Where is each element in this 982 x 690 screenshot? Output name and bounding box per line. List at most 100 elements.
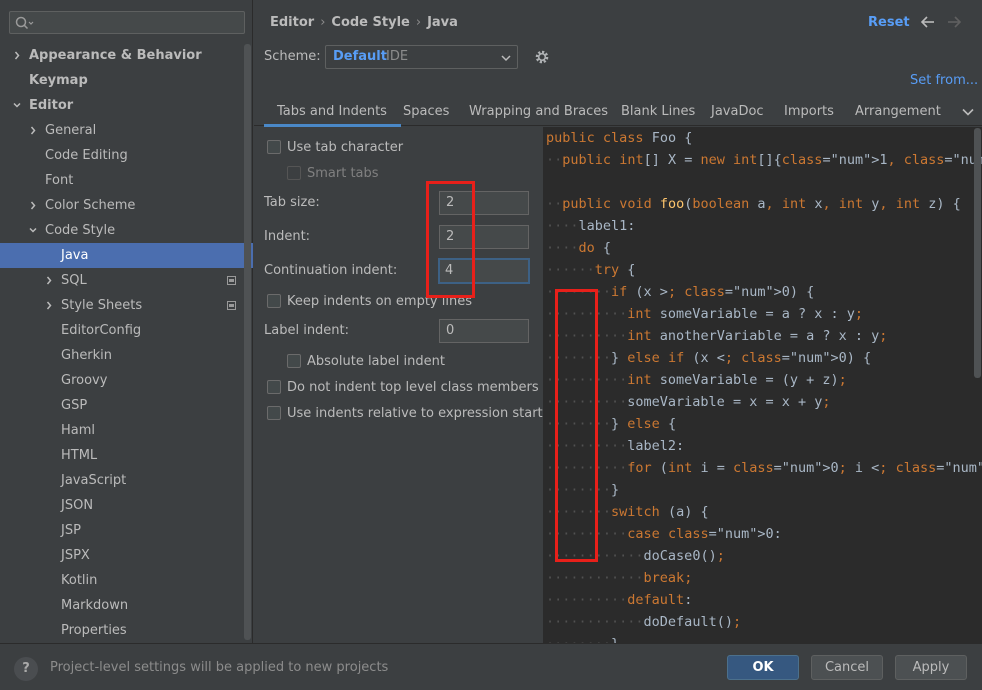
sidebar-item-label: General — [45, 123, 97, 138]
chevron-right-icon[interactable] — [45, 301, 53, 310]
code-line: ··········for (int i = class="num">0; i … — [546, 460, 982, 476]
settings-sidebar: Appearance & Behavior Keymap Editor General… — [0, 0, 253, 643]
code-line: ······try { — [546, 262, 636, 278]
code-line: ··········default: — [546, 592, 693, 608]
sidebar-scrollbar[interactable] — [244, 44, 251, 640]
sidebar-item-label: Code Editing — [45, 148, 128, 163]
sidebar-item-font[interactable]: Font — [0, 168, 253, 193]
sidebar-item-java[interactable]: Java — [0, 243, 253, 268]
sidebar-item-gsp[interactable]: GSP — [0, 393, 253, 418]
sidebar-item-label: Haml — [61, 423, 96, 438]
code-preview-scrollbar[interactable] — [974, 128, 981, 378]
breadcrumb-editor[interactable]: Editor — [270, 15, 314, 30]
sidebar-item-label: Kotlin — [61, 573, 98, 588]
chevron-down-icon[interactable] — [13, 101, 21, 110]
sidebar-item-label: Markdown — [61, 598, 129, 613]
sidebar-item-jsp[interactable]: JSP — [0, 518, 253, 543]
tab-tabs-and-indents[interactable]: Tabs and Indents — [264, 104, 401, 127]
sidebar-item-appearance-behavior[interactable]: Appearance & Behavior — [0, 43, 253, 68]
scheme-dropdown[interactable]: Default IDE — [325, 45, 518, 69]
sidebar-item-style-sheets[interactable]: Style Sheets — [0, 293, 253, 318]
ok-button[interactable]: OK — [727, 655, 799, 680]
sidebar-item-properties[interactable]: Properties — [0, 618, 253, 643]
back-arrow-icon[interactable] — [920, 14, 936, 30]
sidebar-item-label: JavaScript — [61, 473, 127, 488]
label-indent-value: 0 — [446, 323, 455, 338]
indent-label: Indent: — [264, 229, 311, 244]
sidebar-item-code-editing[interactable]: Code Editing — [0, 143, 253, 168]
sidebar-item-general[interactable]: General — [0, 118, 253, 143]
sidebar-item-label: Code Style — [45, 223, 116, 238]
use-tab-character-checkbox[interactable] — [267, 140, 281, 154]
tab-wrapping-and-braces[interactable]: Wrapping and Braces — [469, 104, 608, 119]
settings-header: Editor › Code Style › Java Reset — [254, 0, 982, 46]
cancel-button[interactable]: Cancel — [811, 655, 883, 680]
sidebar-item-label: Font — [45, 173, 74, 188]
tab-imports[interactable]: Imports — [784, 104, 834, 119]
code-line: ············doCase0(); — [546, 548, 725, 564]
code-line: public class Foo { — [546, 130, 693, 146]
continuation-indent-label: Continuation indent: — [264, 263, 398, 278]
sidebar-item-html[interactable]: HTML — [0, 443, 253, 468]
sidebar-item-sql[interactable]: SQL — [0, 268, 253, 293]
code-line: ··public int[] X = new int[]{class="num"… — [546, 152, 982, 168]
sidebar-item-gherkin[interactable]: Gherkin — [0, 343, 253, 368]
code-line: ········} else { — [546, 416, 677, 432]
sidebar-item-keymap[interactable]: Keymap — [0, 68, 253, 93]
sidebar-item-groovy[interactable]: Groovy — [0, 368, 253, 393]
keep-indents-checkbox[interactable] — [267, 294, 281, 308]
reset-link[interactable]: Reset — [868, 15, 910, 30]
chevron-down-icon[interactable] — [962, 108, 974, 116]
chevron-down-icon[interactable] — [29, 226, 37, 235]
sidebar-item-label: Color Scheme — [45, 198, 136, 213]
chevron-right-icon[interactable] — [45, 276, 53, 285]
sidebar-item-label: Properties — [61, 623, 127, 638]
sidebar-item-label: Appearance & Behavior — [29, 48, 202, 63]
label-indent-input[interactable]: 0 — [439, 319, 529, 343]
breadcrumb-java: Java — [427, 15, 458, 30]
set-from-link[interactable]: Set from... — [910, 73, 978, 88]
breadcrumb-separator: › — [415, 15, 422, 30]
code-line: ········} — [546, 633, 982, 643]
sidebar-item-javascript[interactable]: JavaScript — [0, 468, 253, 493]
sidebar-item-label: SQL — [61, 273, 87, 288]
footer-note: Project-level settings will be applied t… — [50, 660, 389, 675]
tab-spaces[interactable]: Spaces — [403, 104, 449, 119]
sidebar-item-markdown[interactable]: Markdown — [0, 593, 253, 618]
project-settings-icon — [227, 301, 236, 310]
tab-javadoc[interactable]: JavaDoc — [711, 104, 764, 119]
tab-blank-lines[interactable]: Blank Lines — [621, 104, 695, 119]
forward-arrow-icon[interactable] — [946, 14, 962, 30]
sidebar-item-editorconfig[interactable]: EditorConfig — [0, 318, 253, 343]
gear-icon[interactable] — [534, 49, 550, 65]
indents-relative-checkbox[interactable] — [267, 406, 281, 420]
sidebar-item-json[interactable]: JSON — [0, 493, 253, 518]
smart-tabs-label: Smart tabs — [307, 166, 379, 181]
chevron-right-icon[interactable] — [29, 126, 37, 135]
code-line: ············doDefault(); — [546, 614, 742, 630]
sidebar-item-editor[interactable]: Editor — [0, 93, 253, 118]
sidebar-item-code-style[interactable]: Code Style — [0, 218, 253, 243]
sidebar-item-jspx[interactable]: JSPX — [0, 543, 253, 568]
breadcrumb-code-style[interactable]: Code Style — [331, 15, 409, 30]
no-indent-top-level-checkbox[interactable] — [267, 380, 281, 394]
indent-values-highlight-box — [426, 181, 475, 298]
chevron-right-icon[interactable] — [13, 51, 21, 60]
smart-tabs-checkbox[interactable] — [287, 166, 301, 180]
code-line: ··public void foo(boolean a, int x, int … — [546, 196, 961, 212]
absolute-label-indent-label: Absolute label indent — [307, 354, 445, 369]
sidebar-item-color-scheme[interactable]: Color Scheme — [0, 193, 253, 218]
sidebar-item-kotlin[interactable]: Kotlin — [0, 568, 253, 593]
help-icon[interactable]: ? — [14, 657, 38, 681]
tab-arrangement[interactable]: Arrangement — [855, 104, 941, 119]
apply-button[interactable]: Apply — [895, 655, 967, 680]
code-line: ········switch (a) { — [546, 504, 709, 520]
chevron-right-icon[interactable] — [29, 201, 37, 210]
scheme-kind: IDE — [386, 49, 409, 64]
code-line: ··········int anotherVariable = a ? x : … — [546, 328, 888, 344]
settings-search-input[interactable] — [9, 11, 245, 34]
absolute-label-indent-checkbox[interactable] — [287, 354, 301, 368]
indent-options-panel: Use tab character Smart tabs Tab size: 2… — [254, 127, 543, 643]
sidebar-item-haml[interactable]: Haml — [0, 418, 253, 443]
